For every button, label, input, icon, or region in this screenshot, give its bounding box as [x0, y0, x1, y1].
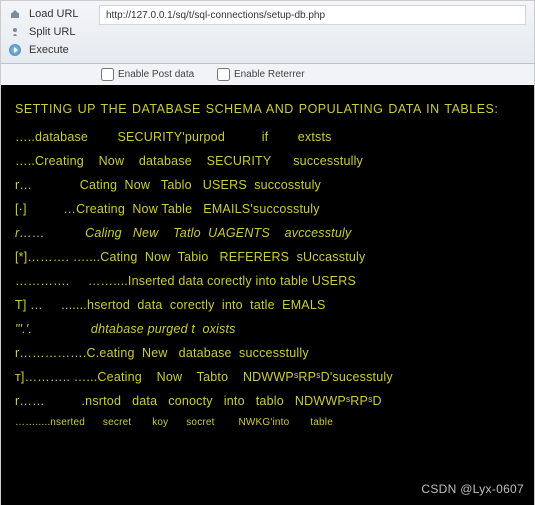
- split-url-icon: [9, 26, 21, 38]
- options-row: Enable Post data Enable Reterrer: [1, 64, 534, 85]
- url-toolbar: Load URL Split URL Execute: [1, 1, 534, 64]
- enable-post-checkbox[interactable]: Enable Post data: [101, 69, 194, 80]
- output-line: r…… .nsrtod data conocty into tablo NDWW…: [15, 391, 520, 411]
- enable-referrer-checkbox[interactable]: Enable Reterrer: [217, 69, 305, 80]
- execute-button[interactable]: Execute: [29, 44, 99, 56]
- url-input[interactable]: [99, 5, 526, 25]
- output-line: …..database SECURITY'purpod if extsts: [15, 127, 520, 147]
- output-line: …….....nserted secret koy socret NWKG'in…: [15, 415, 520, 431]
- output-line: [·] …Creating Now Table EMAILS'succosstu…: [15, 199, 520, 219]
- output-line: "'.'. dhtabase purged t oxists: [15, 319, 520, 339]
- load-url-icon: [9, 8, 21, 20]
- output-line: …………. ……....Inserted data corectly into …: [15, 271, 520, 291]
- watermark: CSDN @Lyx-0607: [421, 480, 524, 499]
- output-line: r…………….C.eating New database successtull…: [15, 343, 520, 363]
- load-url-button[interactable]: Load URL: [29, 8, 99, 20]
- output-line: T] … .......hsertod data corectly into t…: [15, 295, 520, 315]
- execute-icon: [9, 44, 21, 56]
- output-line: r…… Caling New Tatlo UAGENTS avccesstuly: [15, 223, 520, 243]
- output-line: ᴛ]……….. …...Ceating Now Tabto NDWWPˢRPˢD…: [15, 367, 520, 387]
- output-line: [*]………. …....Cating Now Tabio REFERERS s…: [15, 247, 520, 267]
- output-line: …..Creating Now database SECURITY succes…: [15, 151, 520, 171]
- output-title: SETTING UP THE DATABASE SCHEMA AND POPUL…: [15, 99, 520, 119]
- output-line: r… Cating Now Tablo USERS succosstuly: [15, 175, 520, 195]
- output-panel: SETTING UP THE DATABASE SCHEMA AND POPUL…: [1, 85, 534, 505]
- split-url-button[interactable]: Split URL: [29, 26, 99, 38]
